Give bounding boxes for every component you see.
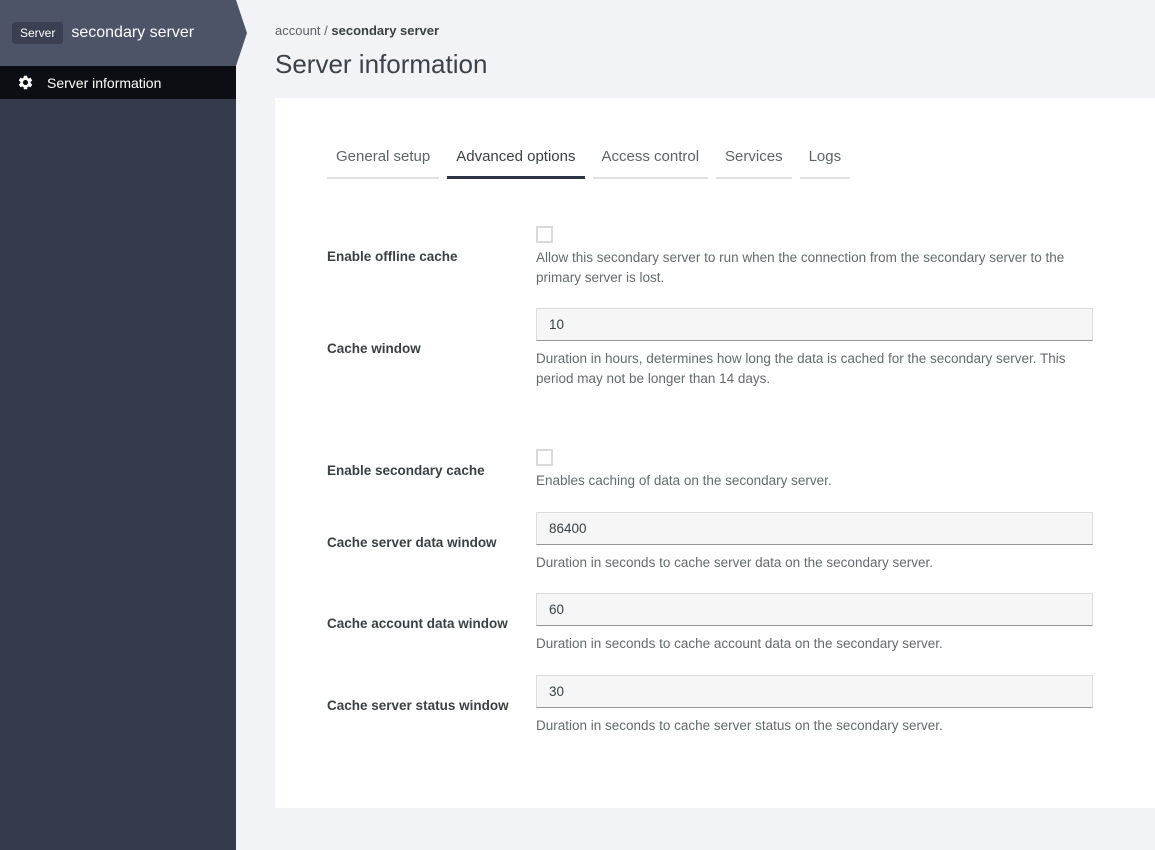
field-label: Cache account data window <box>327 616 508 632</box>
sidebar-item-label: Server information <box>47 74 162 91</box>
field-description: Duration in seconds to cache account dat… <box>536 636 943 652</box>
breadcrumb-parent[interactable]: account <box>275 23 321 38</box>
form-row-cache-window: Cache window Duration in hours, determine… <box>327 308 1093 388</box>
server-name: secondary server <box>71 24 195 41</box>
tab-services[interactable]: Services <box>716 138 792 179</box>
form-row-cache-server-data-window: Cache server data window Duration in seco… <box>327 511 1093 573</box>
tab-logs[interactable]: Logs <box>799 138 851 179</box>
breadcrumb: account / secondary server <box>275 23 1155 38</box>
tabs: General setup Advanced options Access cont… <box>327 138 1093 179</box>
field-description: Allow this secondary server to run when … <box>536 250 1065 285</box>
main-content: account / secondary server Server inform… <box>236 0 1155 850</box>
field-description: Duration in seconds to cache server data… <box>536 554 933 570</box>
field-label: Cache server data window <box>327 534 497 550</box>
field-description: Duration in hours, determines how long t… <box>536 351 1066 386</box>
field-control: Duration in seconds to cache server data… <box>536 511 1093 573</box>
field-control: Allow this secondary server to run when … <box>536 226 1093 287</box>
page-title: Server information <box>275 49 488 79</box>
sidebar: Server secondary server Server informati… <box>0 0 236 850</box>
field-description: Duration in seconds to cache server stat… <box>536 717 943 733</box>
field-label: Enable offline cache <box>327 249 458 265</box>
field-label: Cache server status window <box>327 697 509 713</box>
input-cache-server-data-window[interactable] <box>536 511 1093 545</box>
form: Enable offline cache Allow this secondary… <box>327 226 1093 736</box>
form-row-cache-account-data-window: Cache account data window Duration in sec… <box>327 593 1093 654</box>
sidebar-item-server-information[interactable]: Server information <box>0 66 236 99</box>
input-cache-account-data-window[interactable] <box>536 593 1093 627</box>
form-row-enable-secondary-cache: Enable secondary cache Enables caching of… <box>327 449 1093 491</box>
field-description: Enables caching of data on the secondary… <box>536 473 832 489</box>
tab-general-setup[interactable]: General setup <box>327 138 440 179</box>
breadcrumb-separator: / <box>320 23 332 38</box>
tab-access-control[interactable]: Access control <box>592 138 709 179</box>
gear-icon <box>17 74 34 91</box>
sidebar-menu: Server information <box>0 66 236 99</box>
field-label: Enable secondary cache <box>327 462 485 478</box>
field-control: Enables caching of data on the secondary… <box>536 449 1093 491</box>
settings-card: General setup Advanced options Access cont… <box>275 98 1155 808</box>
field-label: Cache window <box>327 340 421 356</box>
field-control: Duration in hours, determines how long t… <box>536 308 1093 388</box>
form-row-cache-server-status-window: Cache server status window Duration in se… <box>327 674 1093 736</box>
server-badge: Server <box>12 22 63 44</box>
input-cache-server-status-window[interactable] <box>536 674 1093 708</box>
input-cache-window[interactable] <box>536 308 1093 342</box>
sidebar-header: Server secondary server <box>0 0 247 66</box>
field-control: Duration in seconds to cache server stat… <box>536 674 1093 736</box>
checkbox-enable-offline-cache[interactable] <box>536 226 553 243</box>
form-row-enable-offline-cache: Enable offline cache Allow this secondary… <box>327 226 1093 287</box>
field-control: Duration in seconds to cache account dat… <box>536 593 1093 654</box>
breadcrumb-current: secondary server <box>331 23 440 38</box>
checkbox-enable-secondary-cache[interactable] <box>536 449 553 467</box>
tab-advanced-options[interactable]: Advanced options <box>447 138 585 179</box>
